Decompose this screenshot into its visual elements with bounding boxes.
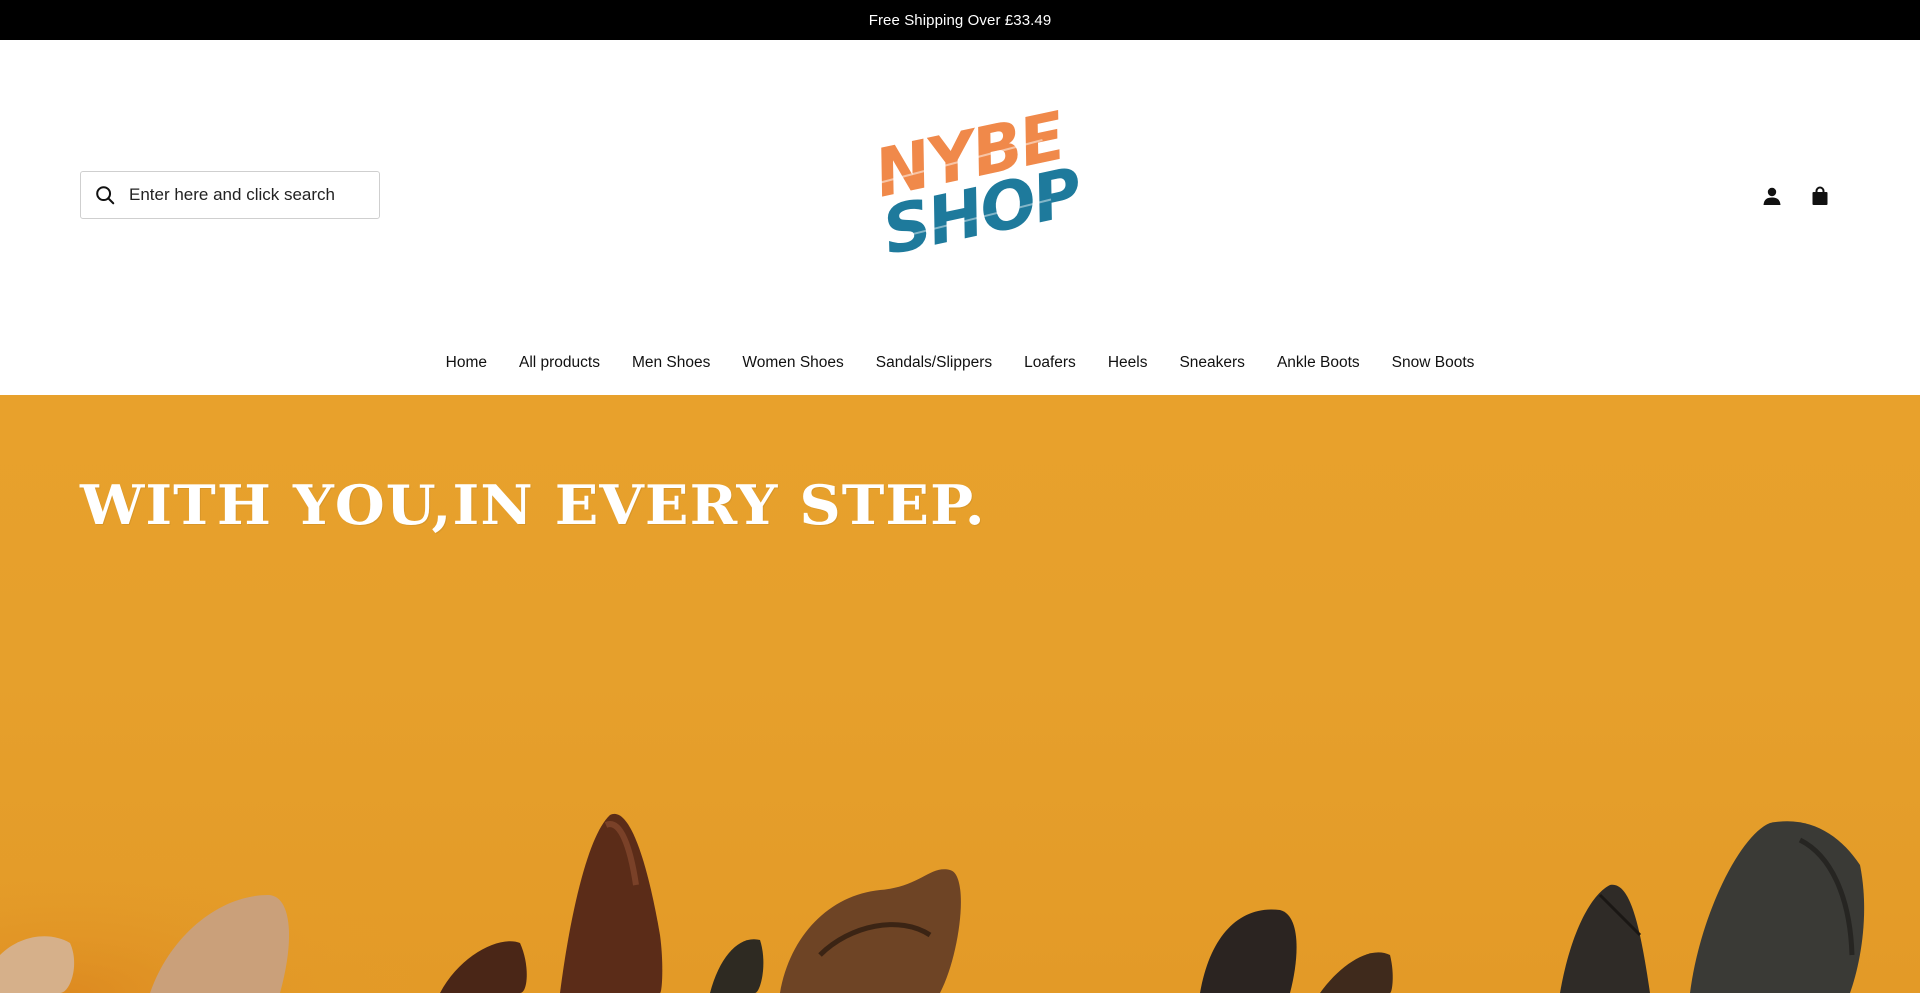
nav-item-women-shoes[interactable]: Women Shoes xyxy=(726,354,859,372)
main-nav: Home All products Men Shoes Women Shoes … xyxy=(0,350,1920,376)
shopping-bag-icon xyxy=(1810,186,1830,211)
nav-item-all-products[interactable]: All products xyxy=(503,354,616,372)
nav-item-ankle-boots[interactable]: Ankle Boots xyxy=(1261,354,1376,372)
account-button[interactable] xyxy=(1756,182,1788,214)
nav-item-heels[interactable]: Heels xyxy=(1092,354,1164,372)
search-input[interactable] xyxy=(129,175,369,215)
announcement-bar: Free Shipping Over £33.49 xyxy=(0,0,1920,40)
site-header: NYBE SHOP Home All products Men Shoes Wo… xyxy=(0,40,1920,395)
cart-button[interactable] xyxy=(1804,182,1836,214)
search-box[interactable] xyxy=(80,171,380,219)
search-icon[interactable] xyxy=(81,172,129,218)
nav-item-men-shoes[interactable]: Men Shoes xyxy=(616,354,726,372)
nav-item-sandals-slippers[interactable]: Sandals/Slippers xyxy=(860,354,1008,372)
hero-title: WITH YOU,IN EVERY STEP. xyxy=(80,473,986,537)
hero-banner[interactable]: WITH YOU,IN EVERY STEP. xyxy=(0,395,1920,993)
announcement-text: Free Shipping Over £33.49 xyxy=(868,11,1052,29)
nav-item-snow-boots[interactable]: Snow Boots xyxy=(1376,354,1491,372)
user-icon xyxy=(1762,186,1782,211)
nav-item-home[interactable]: Home xyxy=(430,354,503,372)
nav-item-sneakers[interactable]: Sneakers xyxy=(1163,354,1260,372)
site-logo[interactable]: NYBE SHOP xyxy=(860,97,1089,270)
nav-item-loafers[interactable]: Loafers xyxy=(1008,354,1092,372)
